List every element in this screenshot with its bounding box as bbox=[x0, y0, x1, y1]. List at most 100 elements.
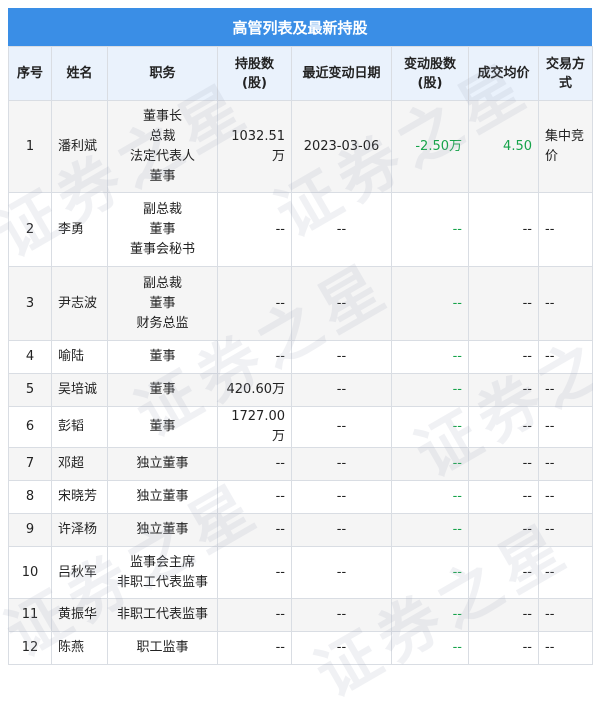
position-line: 独立董事 bbox=[136, 456, 189, 471]
position-line: 董事会秘书 bbox=[129, 241, 195, 257]
cell-position: 董事长 总裁 法定代表人 董事 bbox=[107, 100, 218, 193]
table-row: 3 尹志波 副总裁 董事 财务总监 -- -- -- -- -- bbox=[8, 266, 593, 341]
cell-method: -- bbox=[538, 266, 593, 341]
cell-name: 潘利斌 bbox=[51, 100, 108, 193]
cell-idx: 7 bbox=[8, 447, 52, 481]
cell-date: -- bbox=[291, 598, 392, 632]
cell-idx: 3 bbox=[8, 266, 52, 341]
cell-date: -- bbox=[291, 513, 392, 547]
position-line: 非职工代表监事 bbox=[116, 607, 208, 622]
table-header-row: 序号 姓名 职务 持股数 (股) 最近变动日期 变动股数 (股) 成交均价 交易… bbox=[8, 46, 593, 101]
header-change-line1: 变动股数 bbox=[403, 56, 456, 72]
cell-name: 彭韬 bbox=[51, 406, 108, 448]
cell-price: 4.50 bbox=[468, 100, 539, 193]
cell-change: -- bbox=[391, 447, 469, 481]
header-date: 最近变动日期 bbox=[291, 46, 392, 101]
cell-name: 尹志波 bbox=[51, 266, 108, 341]
position-line: 董事 bbox=[149, 295, 176, 311]
cell-date: -- bbox=[291, 480, 392, 514]
position-line: 董事 bbox=[149, 221, 176, 237]
header-change-line2: (股) bbox=[417, 75, 443, 91]
table-title: 高管列表及最新持股 bbox=[8, 8, 592, 46]
table-row: 2 李勇 副总裁 董事 董事会秘书 -- -- -- -- -- bbox=[8, 192, 593, 267]
position-line: 监事会主席 bbox=[129, 554, 195, 570]
cell-method: -- bbox=[538, 406, 593, 448]
cell-position: 独立董事 bbox=[107, 480, 218, 514]
cell-date: -- bbox=[291, 447, 392, 481]
cell-name: 喻陆 bbox=[51, 340, 108, 374]
position-line: 董事长 bbox=[142, 108, 182, 124]
cell-position: 监事会主席非职工代表监事 bbox=[107, 546, 218, 599]
cell-idx: 8 bbox=[8, 480, 52, 514]
cell-price: -- bbox=[468, 266, 539, 341]
cell-change: -- bbox=[391, 480, 469, 514]
cell-change: -- bbox=[391, 340, 469, 374]
table-row: 12 陈燕 职工监事 -- -- -- -- -- bbox=[8, 631, 593, 665]
cell-name: 吕秋军 bbox=[51, 546, 108, 599]
cell-date: -- bbox=[291, 631, 392, 665]
header-name: 姓名 bbox=[51, 46, 108, 101]
position-line: 财务总监 bbox=[136, 315, 189, 331]
cell-position: 董事 bbox=[107, 340, 218, 374]
cell-method: 集中竞价 bbox=[538, 100, 593, 193]
cell-name: 吴培诚 bbox=[51, 373, 108, 407]
cell-change: -- bbox=[391, 513, 469, 547]
position-line: 总裁 bbox=[149, 128, 176, 144]
table-row: 5 吴培诚 董事 420.60万 -- -- -- -- bbox=[8, 373, 593, 407]
cell-price: -- bbox=[468, 546, 539, 599]
cell-method: -- bbox=[538, 598, 593, 632]
cell-price: -- bbox=[468, 598, 539, 632]
position-line: 独立董事 bbox=[136, 489, 189, 504]
cell-position: 独立董事 bbox=[107, 447, 218, 481]
cell-change: -- bbox=[391, 546, 469, 599]
cell-position: 董事 bbox=[107, 406, 218, 448]
cell-method: -- bbox=[538, 192, 593, 267]
cell-method: -- bbox=[538, 513, 593, 547]
position-line: 非职工代表监事 bbox=[116, 574, 208, 590]
cell-idx: 5 bbox=[8, 373, 52, 407]
cell-method: -- bbox=[538, 480, 593, 514]
cell-holding: -- bbox=[217, 598, 292, 632]
cell-price: -- bbox=[468, 373, 539, 407]
cell-name: 陈燕 bbox=[51, 631, 108, 665]
cell-date: -- bbox=[291, 546, 392, 599]
table-body: 1 潘利斌 董事长 总裁 法定代表人 董事 1032.51万 2023-03-06 -2.50万… bbox=[8, 100, 593, 665]
table-row: 9 许泽杨 独立董事 -- -- -- -- -- bbox=[8, 513, 593, 547]
cell-change: -- bbox=[391, 266, 469, 341]
cell-method: -- bbox=[538, 340, 593, 374]
cell-price: -- bbox=[468, 480, 539, 514]
cell-holding: -- bbox=[217, 631, 292, 665]
position-line: 职工监事 bbox=[136, 640, 189, 655]
table-row: 7 邓超 独立董事 -- -- -- -- -- bbox=[8, 447, 593, 481]
table-row: 10 吕秋军 监事会主席 非职工代表监事 -- -- -- -- -- bbox=[8, 546, 593, 599]
table-row: 11 黄振华 非职工代表监事 -- -- -- -- -- bbox=[8, 598, 593, 632]
position-line: 董事 bbox=[149, 349, 176, 364]
cell-price: -- bbox=[468, 513, 539, 547]
cell-holding: -- bbox=[217, 513, 292, 547]
cell-holding: -- bbox=[217, 447, 292, 481]
cell-position: 董事 bbox=[107, 373, 218, 407]
position-line: 副总裁 bbox=[142, 275, 182, 291]
cell-price: -- bbox=[468, 631, 539, 665]
table-row: 6 彭韬 董事 1727.00万 -- -- -- -- bbox=[8, 406, 593, 448]
header-position: 职务 bbox=[107, 46, 218, 101]
cell-method: -- bbox=[538, 373, 593, 407]
executive-table-panel: 高管列表及最新持股 序号 姓名 职务 持股数 (股) 最近变动日期 变动股数 (… bbox=[8, 8, 593, 665]
cell-price: -- bbox=[468, 406, 539, 448]
cell-position: 副总裁 董事 财务总监 bbox=[107, 266, 218, 341]
cell-date: -- bbox=[291, 406, 392, 448]
cell-idx: 4 bbox=[8, 340, 52, 374]
cell-date: -- bbox=[291, 266, 392, 341]
cell-holding: 1727.00万 bbox=[217, 406, 292, 448]
header-holding-line1: 持股数 bbox=[234, 56, 274, 72]
cell-change: -- bbox=[391, 373, 469, 407]
cell-date: 2023-03-06 bbox=[291, 100, 392, 193]
cell-name: 李勇 bbox=[51, 192, 108, 267]
cell-date: -- bbox=[291, 340, 392, 374]
cell-holding: 420.60万 bbox=[217, 373, 292, 407]
cell-change: -- bbox=[391, 631, 469, 665]
cell-change: -2.50万 bbox=[391, 100, 469, 193]
cell-change: -- bbox=[391, 406, 469, 448]
cell-position: 独立董事 bbox=[107, 513, 218, 547]
cell-holding: -- bbox=[217, 480, 292, 514]
